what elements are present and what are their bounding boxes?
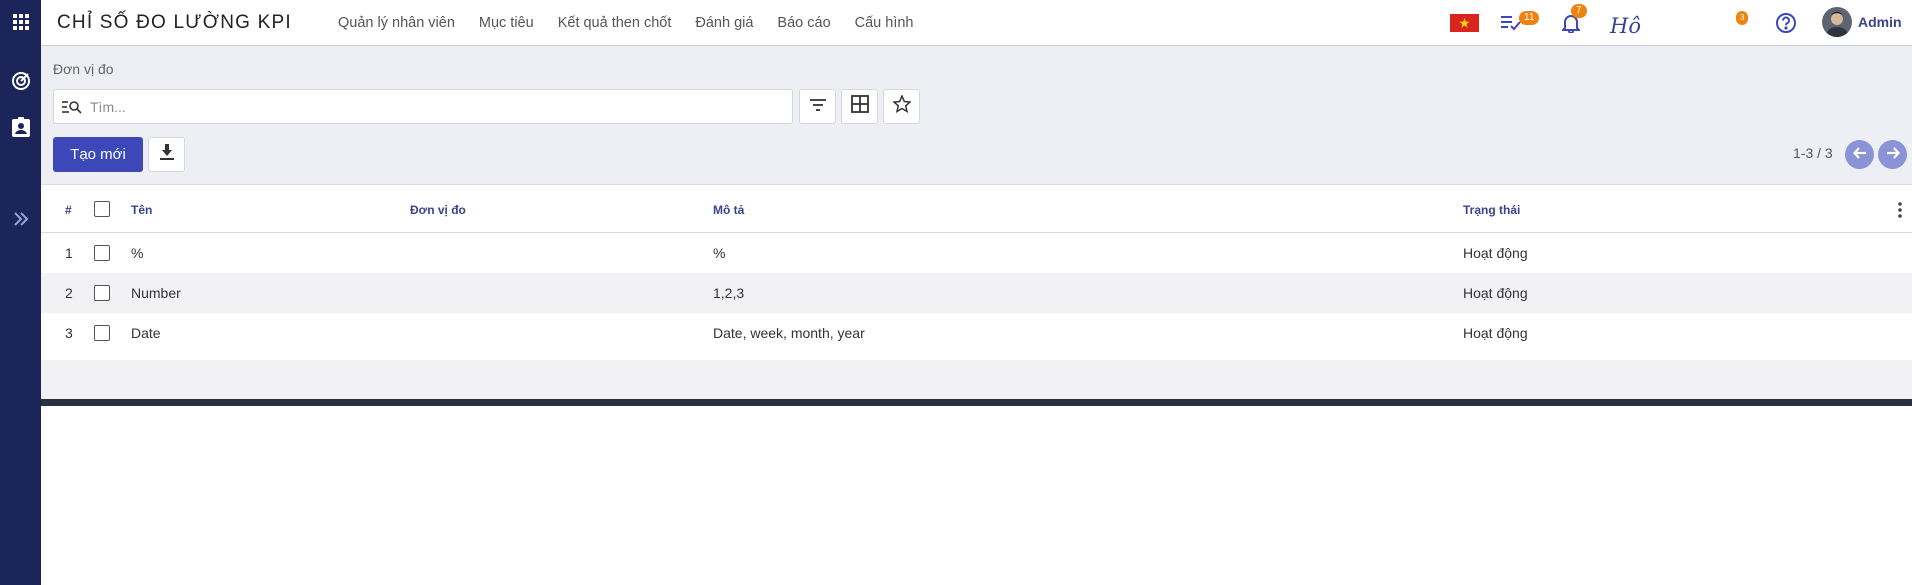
menu-evaluation[interactable]: Đánh giá [695,15,753,31]
row-number: 3 [65,325,73,341]
control-panel: Đơn vị đo Tạo mới 1-3 / 3 [41,46,1912,185]
row-name: % [131,245,144,261]
menu-objectives[interactable]: Mục tiêu [479,15,534,31]
row-name: Date [131,325,161,341]
row-description: 1,2,3 [713,285,745,301]
activity-count-badge: 11 [1519,11,1540,25]
table-footer-area [41,360,1912,399]
user-name[interactable]: Admin [1858,14,1902,30]
select-all-checkbox[interactable] [94,201,110,217]
left-rail [0,0,41,585]
row-name: Number [131,285,181,301]
pager-counter[interactable]: 1-3 / 3 [1793,145,1833,161]
vietnam-flag-icon[interactable] [1450,14,1479,32]
top-bar: CHỈ SỐ ĐO LƯỜNG KPI Quản lý nhân viên Mụ… [41,0,1912,46]
menu-key-results[interactable]: Kết quả then chốt [558,15,672,31]
download-icon [159,144,174,165]
row-description: Date, week, month, year [713,325,865,341]
star-icon [891,94,912,118]
header-status[interactable]: Trạng thái [1463,203,1520,217]
menu-configuration[interactable]: Cấu hình [855,15,914,31]
column-options-icon[interactable] [1898,202,1902,223]
pager-previous-button[interactable] [1845,140,1874,169]
row-checkbox[interactable] [94,325,110,341]
table-header: # Tên Đơn vị đo Mô tả Trạng thái [41,186,1912,233]
apps-grid-icon[interactable] [0,11,41,33]
row-description: % [713,245,726,261]
row-status: Hoạt động [1463,325,1528,341]
menu-employees[interactable]: Quản lý nhân viên [338,15,455,31]
arrow-right-icon [1886,146,1900,164]
search-input[interactable] [90,97,780,117]
header-description[interactable]: Mô tả [713,203,744,217]
row-number: 2 [65,285,73,301]
menu-reports[interactable]: Báo cáo [777,15,830,31]
search-icon [62,99,82,120]
cursive-text: Hô [1610,14,1641,38]
app-title: CHỈ SỐ ĐO LƯỜNG KPI [57,12,292,33]
target-icon[interactable] [0,70,41,92]
row-checkbox[interactable] [94,245,110,261]
row-checkbox[interactable] [94,285,110,301]
avatar[interactable] [1822,7,1852,37]
units-table: # Tên Đơn vị đo Mô tả Trạng thái 1 % % H… [41,186,1912,353]
breadcrumb: Đơn vị đo [53,61,114,77]
table-row[interactable]: 1 % % Hoạt động [41,233,1912,273]
header-unit[interactable]: Đơn vị đo [410,203,466,217]
row-number: 1 [65,245,73,261]
row-status: Hoạt động [1463,245,1528,261]
group-by-button[interactable] [841,89,878,124]
filter-icon [809,98,826,116]
clipboard-user-icon[interactable] [0,116,41,138]
download-button[interactable] [148,137,185,172]
header-number: # [65,203,72,217]
table-row[interactable]: 3 Date Date, week, month, year Hoạt động [41,313,1912,353]
filter-button[interactable] [799,89,836,124]
pager-next-button[interactable] [1878,140,1907,169]
main-menu: Quản lý nhân viên Mục tiêu Kết quả then … [338,0,938,46]
row-status: Hoạt động [1463,285,1528,301]
grid-icon [850,95,869,118]
header-name[interactable]: Tên [131,203,152,217]
table-divider [41,399,1912,406]
create-button[interactable]: Tạo mới [53,137,143,172]
table-row[interactable]: 2 Number 1,2,3 Hoạt động [41,273,1912,313]
search-box [53,89,793,124]
notification-count-badge: 7 [1571,4,1587,18]
arrow-left-icon [1852,146,1867,164]
expand-chevrons-icon[interactable] [0,208,41,230]
chat-count-badge: 3 [1736,11,1749,25]
help-icon[interactable] [1775,12,1797,39]
favorites-button[interactable] [883,89,920,124]
